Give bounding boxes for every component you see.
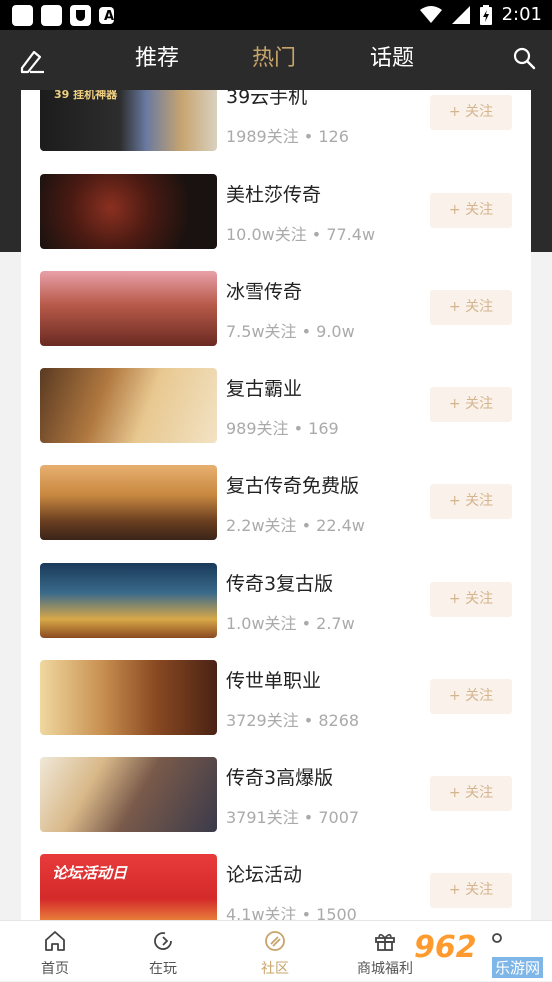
game-stats: 7.5w关注 • 9.0w [226,322,355,341]
watermark-net: .NET [494,934,546,958]
follow-button[interactable]: + 关注 [430,95,512,130]
game-name: 复古霸业 [226,378,303,400]
notification-icons [12,5,114,26]
game-list: 39 挂机神器 39云手机 1989关注 • 126 + 关注 美杜莎传奇 10… [21,90,531,920]
nav-label: 社区 [261,961,289,977]
game-stats: 3791关注 • 7007 [226,808,360,827]
watermark-logo: 962 .NET 乐游网 [414,930,550,978]
nav-playing[interactable]: 在玩 [108,921,218,982]
status-bar: 2:01 [0,0,552,30]
battery-icon [479,4,492,25]
nav-label: 在玩 [149,961,177,977]
game-thumbnail: 39 挂机神器 [40,90,217,151]
follow-button[interactable]: + 关注 [430,776,512,811]
tab-hot[interactable]: 热门 [252,41,296,77]
game-name: 传世单职业 [226,670,322,692]
nav-home[interactable]: 首页 [0,921,110,982]
game-stats: 4.1w关注 • 1500 [226,905,357,920]
list-item[interactable]: 复古传奇免费版 2.2w关注 • 22.4w + 关注 [21,465,531,545]
game-name: 39云手机 [226,90,308,108]
status-time: 2:01 [501,4,542,25]
game-thumbnail: 论坛活动日 [40,854,217,920]
watermark-sub: 乐游网 [492,957,544,978]
list-item[interactable]: 39 挂机神器 39云手机 1989关注 • 126 + 关注 [21,90,531,156]
game-name: 复古传奇免费版 [226,475,360,497]
game-thumbnail [40,174,217,249]
follow-button[interactable]: + 关注 [430,582,512,617]
status-right: 2:01 [419,4,542,25]
game-stats: 3729关注 • 8268 [226,711,360,730]
follow-button[interactable]: + 关注 [430,193,512,228]
game-name: 美杜莎传奇 [226,184,322,206]
playing-icon [154,932,172,950]
home-icon [45,931,65,951]
app-notification-icon [12,5,33,26]
game-thumbnail [40,368,217,443]
game-stats: 989关注 • 169 [226,419,339,438]
game-thumbnail [40,757,217,832]
game-name: 论坛活动 [226,864,303,886]
search-icon[interactable] [512,46,536,70]
tab-topics[interactable]: 话题 [370,41,414,77]
top-tabs: 推荐 热门 话题 [0,41,552,77]
thumbnail-caption: 论坛活动日 [52,864,128,882]
list-item[interactable]: 美杜莎传奇 10.0w关注 • 77.4w + 关注 [21,174,531,254]
list-item[interactable]: 传奇3复古版 1.0w关注 • 2.7w + 关注 [21,563,531,643]
game-name: 冰雪传奇 [226,281,303,303]
wifi-icon [419,5,442,23]
game-thumbnail [40,660,217,735]
game-stats: 2.2w关注 • 22.4w [226,516,365,535]
list-item[interactable]: 论坛活动日 论坛活动 4.1w关注 • 1500 + 关注 [21,854,531,920]
app-notification-icon [41,5,62,26]
game-stats: 1.0w关注 • 2.7w [226,614,355,633]
list-item[interactable]: 复古霸业 989关注 • 169 + 关注 [21,368,531,448]
list-item[interactable]: 传世单职业 3729关注 • 8268 + 关注 [21,660,531,740]
a-notification-icon [99,7,114,25]
tab-recommend[interactable]: 推荐 [135,41,179,77]
follow-button[interactable]: + 关注 [430,290,512,325]
list-item[interactable]: 传奇3高爆版 3791关注 • 7007 + 关注 [21,757,531,837]
shield-notification-icon [70,5,91,26]
game-thumbnail [40,563,217,638]
list-item[interactable]: 冰雪传奇 7.5w关注 • 9.0w + 关注 [21,271,531,351]
follow-button[interactable]: + 关注 [430,873,512,908]
game-stats: 1989关注 • 126 [226,127,349,146]
follow-button[interactable]: + 关注 [430,387,512,422]
follow-button[interactable]: + 关注 [430,484,512,519]
nav-community[interactable]: 社区 [220,921,330,982]
watermark-number: 962 [414,930,477,965]
gift-icon [375,933,395,951]
game-thumbnail [40,465,217,540]
signal-icon [451,5,470,24]
thumbnail-caption: 39 挂机神器 [54,90,118,101]
game-thumbnail [40,271,217,346]
community-icon [265,931,285,951]
follow-button[interactable]: + 关注 [430,679,512,714]
game-name: 传奇3高爆版 [226,767,334,789]
game-name: 传奇3复古版 [226,573,334,595]
nav-label: 首页 [41,961,69,977]
game-stats: 10.0w关注 • 77.4w [226,225,376,244]
